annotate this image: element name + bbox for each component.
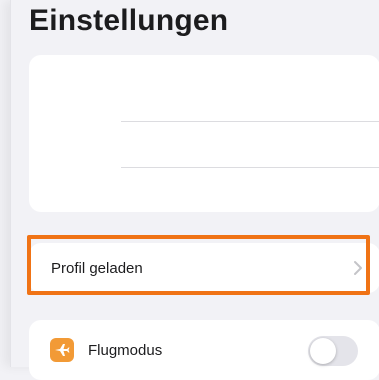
- highlight-box: [27, 235, 370, 295]
- flight-mode-toggle[interactable]: [308, 336, 358, 366]
- page-title: Einstellungen: [29, 4, 229, 37]
- flight-mode-row: Flugmodus: [29, 320, 379, 380]
- settings-window: Einstellungen Profil geladen Flugmodus: [10, 0, 379, 380]
- divider: [121, 121, 379, 122]
- toggle-knob: [310, 338, 336, 364]
- divider: [121, 167, 379, 168]
- airplane-icon: [50, 338, 74, 362]
- flight-mode-label: Flugmodus: [88, 341, 163, 359]
- account-card[interactable]: [29, 55, 379, 212]
